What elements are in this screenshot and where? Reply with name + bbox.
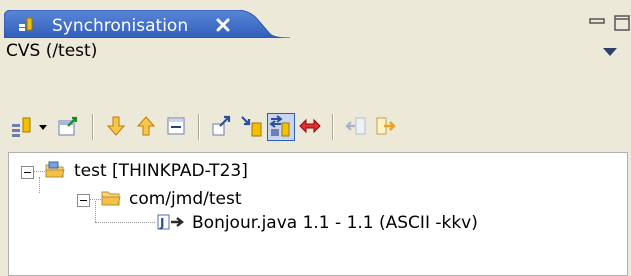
previous-change-icon (136, 116, 156, 136)
collapse-all-button[interactable] (164, 114, 188, 138)
project-folder-icon (45, 161, 65, 178)
remove-from-view-button[interactable] (344, 114, 368, 138)
tree-node-label: Bonjour.java 1.1 - 1.1 (ASCII -kkv) (192, 213, 478, 233)
collapse-all-icon (167, 117, 185, 135)
minimize-icon[interactable] (589, 18, 607, 28)
conflicts-mode-button[interactable] (298, 114, 322, 138)
commit-icon (58, 116, 78, 136)
tab-synchronisation[interactable]: Synchronisation (4, 10, 290, 38)
commit-all-button[interactable] (56, 114, 80, 138)
next-change-icon (106, 116, 126, 136)
outgoing-mode-button[interactable] (210, 114, 234, 138)
svg-text:J: J (159, 216, 164, 230)
tree-node-file[interactable]: J Bonjour.java 1.1 - 1.1 (ASCII -kkv) (157, 213, 557, 233)
dropdown-arrow-icon (39, 125, 47, 130)
tree-node-project[interactable]: test [THINKPAD-T23] (21, 161, 341, 181)
toolbar (0, 104, 631, 146)
sync-tree: test [THINKPAD-T23] com/jmd/test J Bonjo… (8, 152, 628, 276)
remove-icon (345, 117, 366, 135)
maximize-icon[interactable] (613, 14, 631, 32)
outgoing-mode-icon (212, 115, 231, 136)
pin-icon (376, 117, 396, 135)
tree-node-label: test [THINKPAD-T23] (74, 161, 248, 181)
incoming-mode-button[interactable] (240, 114, 264, 138)
tab-strip: Synchronisation (0, 0, 631, 38)
previous-change-button[interactable] (134, 114, 158, 138)
pin-button[interactable] (374, 114, 398, 138)
view-header: CVS (/test) (0, 38, 631, 66)
window-controls (581, 14, 631, 36)
toolbar-separator (198, 114, 200, 140)
synchronize-button[interactable] (10, 114, 34, 138)
close-icon[interactable] (216, 18, 230, 32)
next-change-button[interactable] (104, 114, 128, 138)
conflicts-mode-icon (299, 118, 321, 134)
incoming-outgoing-mode-button[interactable] (267, 113, 295, 141)
tab-title: Synchronisation (52, 16, 189, 36)
view-menu-icon[interactable] (601, 46, 619, 58)
toolbar-separator (92, 114, 94, 140)
collapse-toggle[interactable] (21, 166, 34, 179)
collapse-toggle[interactable] (77, 194, 90, 207)
synchronize-view-icon (19, 17, 33, 31)
incoming-outgoing-mode-icon (269, 115, 290, 137)
tree-node-label: com/jmd/test (129, 189, 242, 209)
synchronize-dropdown[interactable] (36, 114, 50, 138)
java-file-incoming-icon: J (157, 214, 184, 230)
tree-node-folder[interactable]: com/jmd/test (77, 189, 317, 209)
synchronize-view: Synchronisation CVS (/test) test [THINKP… (0, 0, 631, 276)
folder-icon (101, 191, 121, 206)
sync-icon (12, 117, 31, 137)
tree-connector (95, 222, 155, 224)
toolbar-separator (332, 114, 334, 140)
participant-label: CVS (/test) (6, 41, 98, 61)
incoming-mode-icon (241, 116, 262, 137)
